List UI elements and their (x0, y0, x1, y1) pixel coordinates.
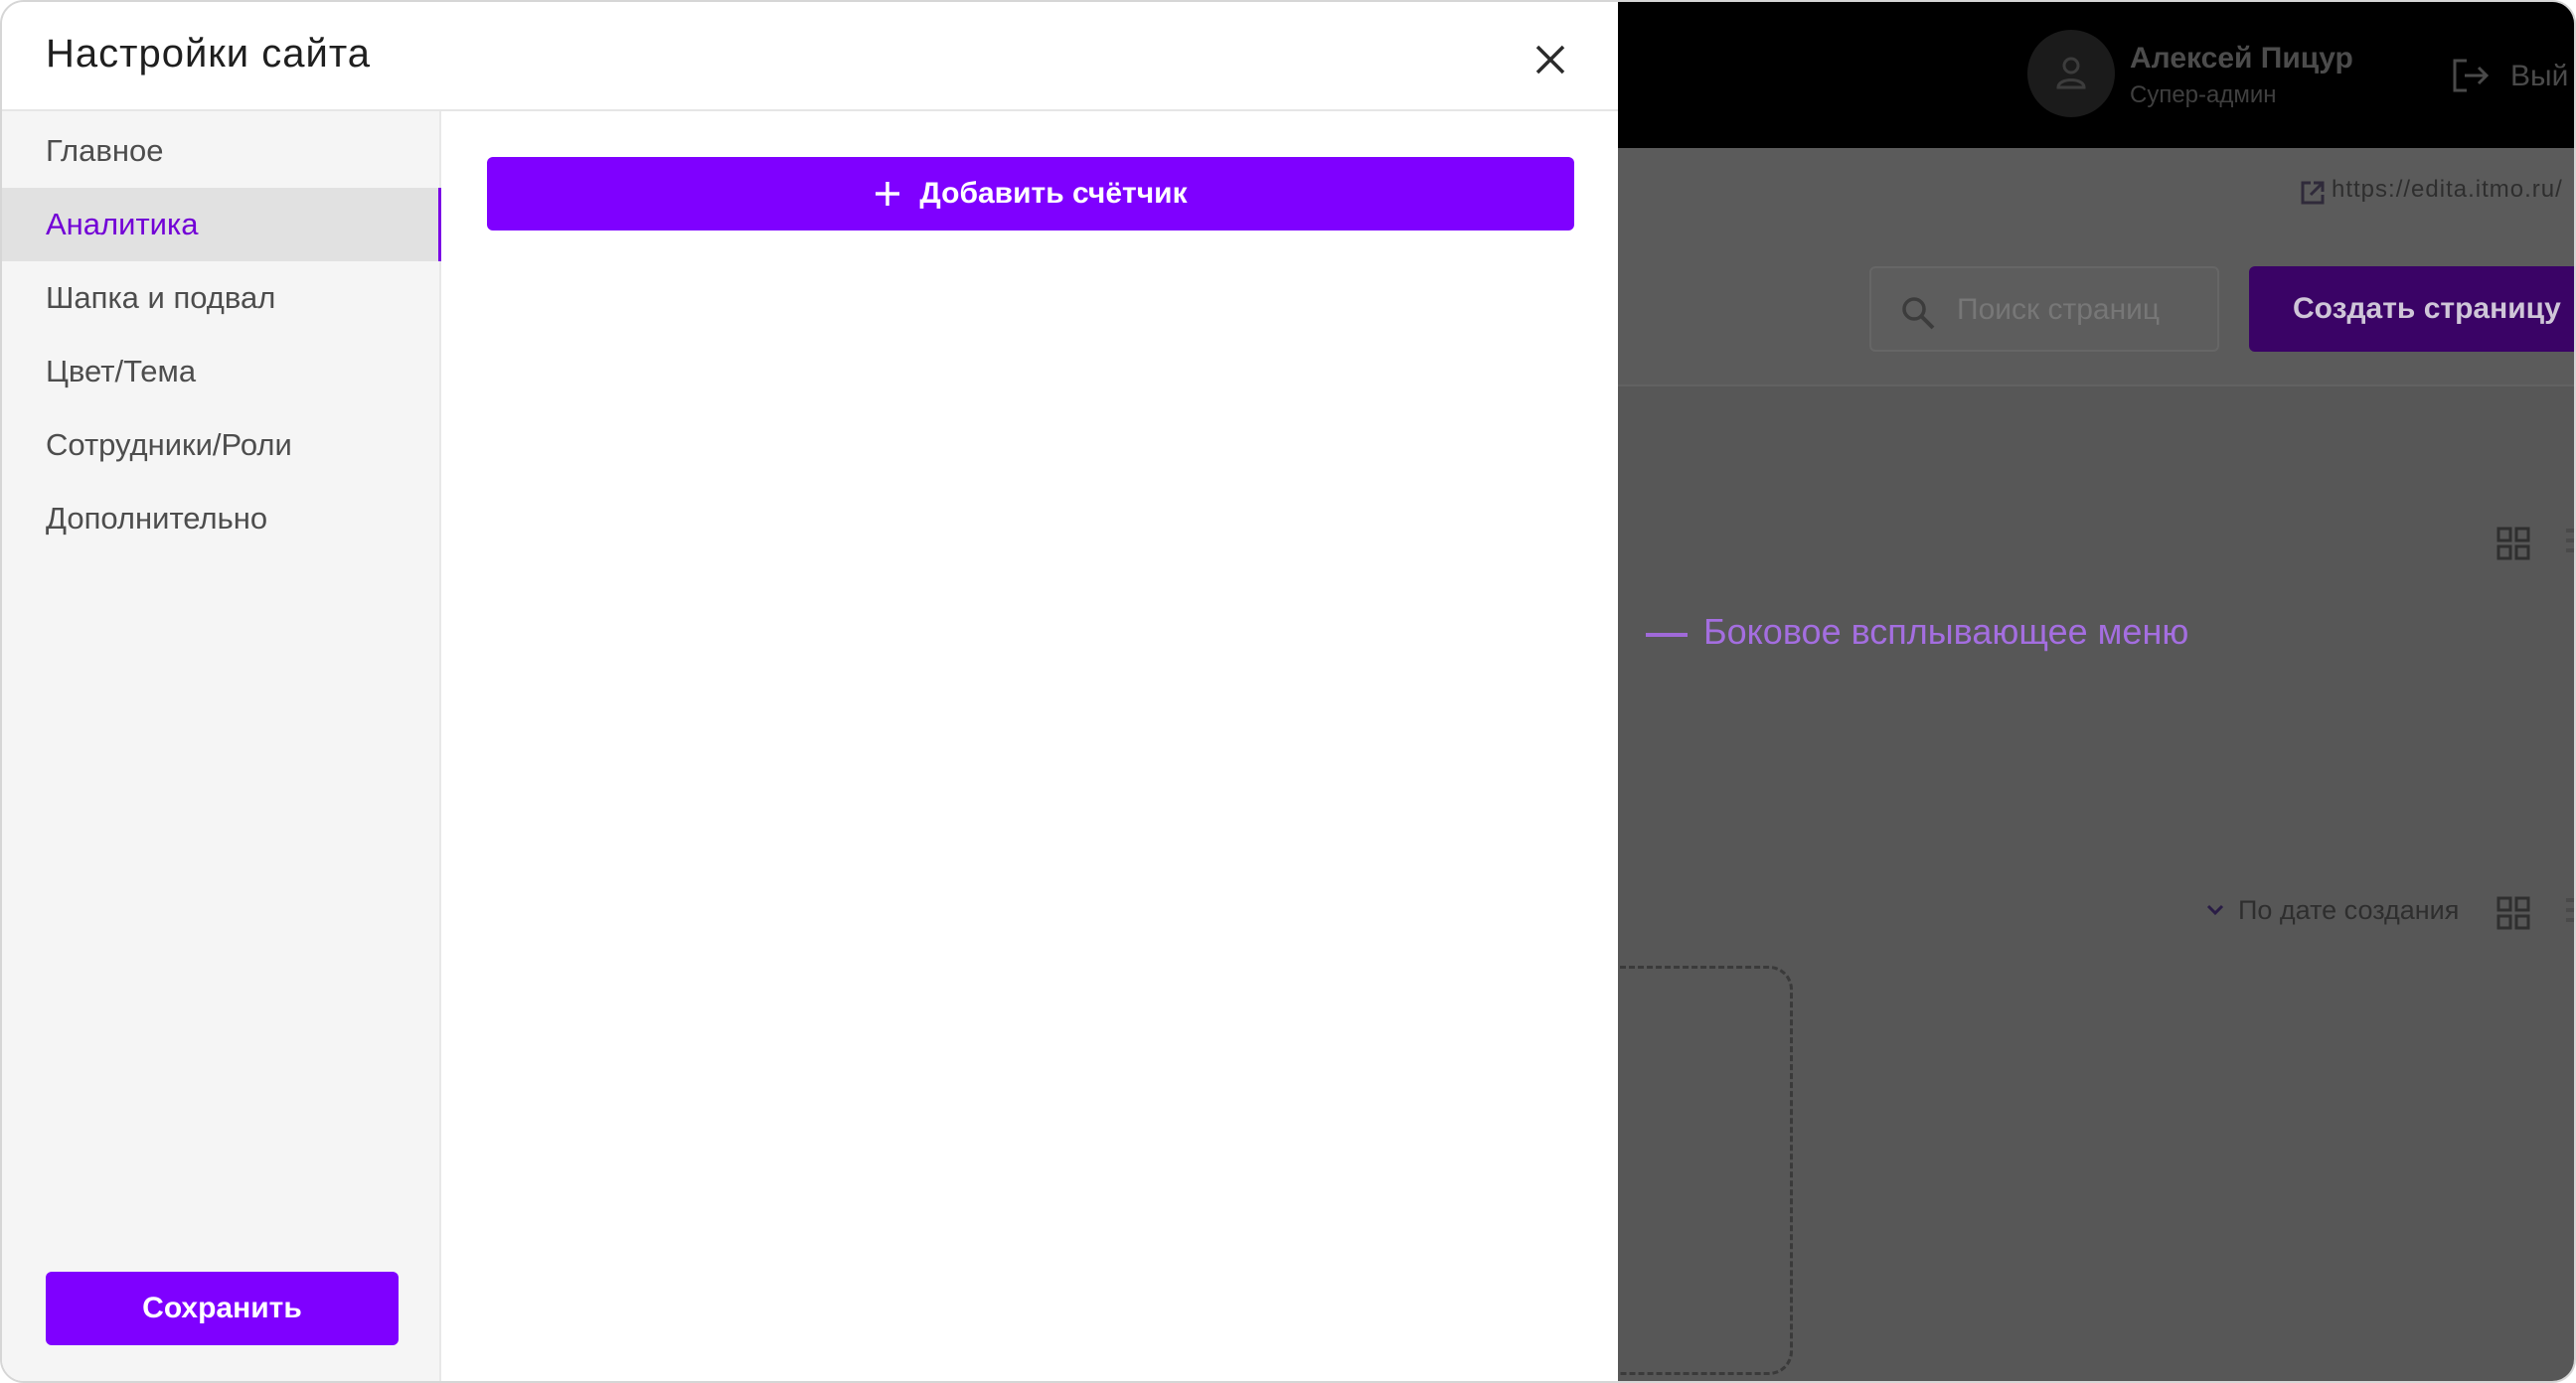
user-icon (2056, 57, 2086, 89)
logout-icon[interactable] (2451, 58, 2491, 93)
search-input[interactable] (1957, 292, 2205, 328)
modal-title: Настройки сайта (46, 32, 371, 76)
analytics-panel: Добавить счётчик (441, 111, 1618, 1381)
background-app: Алексей Пицур Супер-админ Вый https://ed… (1578, 2, 2574, 1381)
external-link-icon (2301, 181, 2325, 205)
create-page-button[interactable]: Создать страницу (2249, 266, 2574, 352)
add-counter-button[interactable]: Добавить счётчик (487, 157, 1574, 230)
plus-icon (876, 182, 900, 206)
list-view-icon[interactable] (2566, 529, 2574, 558)
avatar[interactable] (2027, 30, 2115, 117)
app-header: Алексей Пицур Супер-админ Вый (1618, 2, 2574, 148)
annotation-text: Боковое всплывающее меню (1703, 611, 2189, 652)
site-link[interactable]: https://edita.itmo.ru/ (2332, 176, 2563, 204)
sidebar-item-header-footer[interactable]: Шапка и подвал (2, 261, 441, 335)
sidebar-item-main[interactable]: Главное (2, 114, 441, 188)
logout-link[interactable]: Вый (2510, 60, 2568, 93)
save-button[interactable]: Сохранить (46, 1272, 399, 1345)
sidebar-item-analytics[interactable]: Аналитика (2, 188, 441, 261)
grid-view-icon[interactable] (2496, 527, 2530, 560)
page-toolbar: https://edita.itmo.ru/ Создать страницу (1618, 148, 2574, 386)
modal-header: Настройки сайта (2, 2, 1618, 111)
grid-view-icon[interactable] (2496, 896, 2530, 930)
user-role: Супер-админ (2130, 81, 2277, 108)
sidebar-item-additional[interactable]: Дополнительно (2, 482, 441, 555)
close-button[interactable] (1523, 32, 1578, 87)
sidebar-item-staff-roles[interactable]: Сотрудники/Роли (2, 408, 441, 482)
annotation-line (1646, 633, 1688, 637)
sidebar-item-color-theme[interactable]: Цвет/Тема (2, 335, 441, 408)
sort-dropdown[interactable]: По дате создания (2238, 895, 2459, 926)
close-icon (1535, 45, 1565, 75)
chevron-down-icon[interactable] (2206, 904, 2224, 916)
search-box[interactable] (1869, 266, 2219, 352)
user-name: Алексей Пицур (2130, 42, 2353, 75)
site-settings-modal: Настройки сайта Главное Аналитика Шапка … (2, 2, 1618, 1381)
settings-sidebar: Главное Аналитика Шапка и подвал Цвет/Те… (2, 111, 441, 1381)
list-view-icon[interactable] (2566, 898, 2574, 928)
app-frame: Алексей Пицур Супер-админ Вый https://ed… (0, 0, 2576, 1383)
search-icon (1902, 297, 1935, 330)
add-counter-label: Добавить счётчик (919, 177, 1188, 210)
